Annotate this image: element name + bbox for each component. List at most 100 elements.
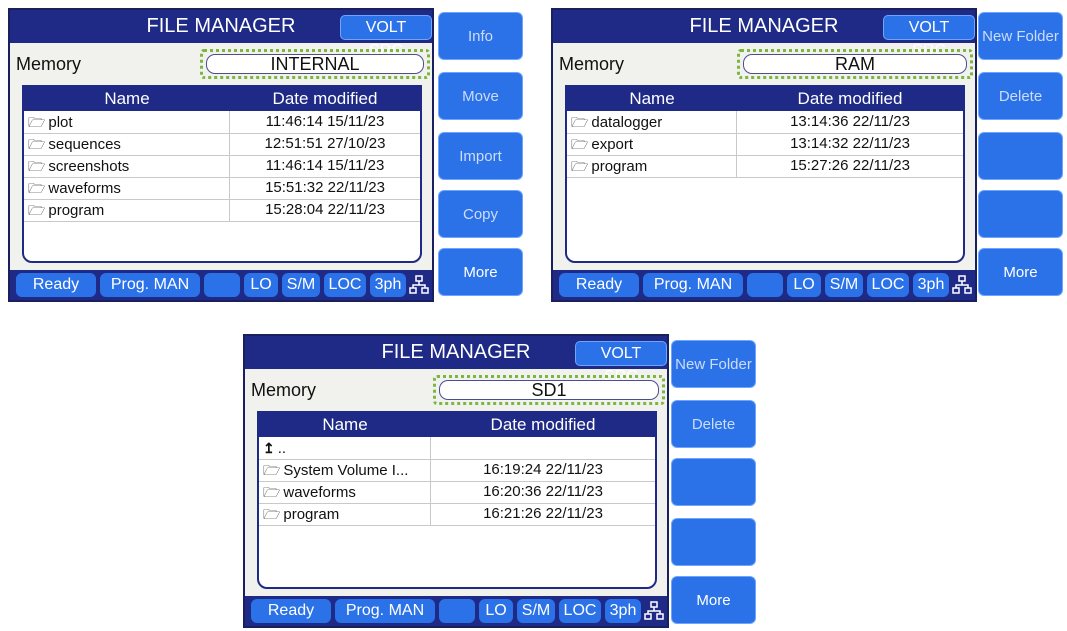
folder-icon: 🗁 (263, 506, 281, 522)
file-table: Name Date modified 🗁 plot 11:46:14 15/11/2… (22, 85, 422, 263)
table-row[interactable]: 🗁 waveforms 16:20:36 22/11/23 (259, 481, 655, 504)
file-date: 15:28:04 22/11/23 (265, 201, 385, 218)
more-button[interactable]: More (438, 248, 523, 296)
column-name: Name (322, 415, 368, 434)
copy-button[interactable]: Copy (438, 190, 523, 238)
file-date: 16:21:26 22/11/23 (483, 505, 603, 522)
status-loc: LOC (324, 273, 366, 297)
softkey-blank-4[interactable] (978, 190, 1063, 238)
softkey-blank-3[interactable] (978, 132, 1063, 180)
status-sm: S/M (282, 273, 320, 297)
mode-badge: VOLT SRC (340, 15, 432, 59)
status-loc: LOC (559, 599, 601, 623)
memory-value: SD1 (439, 380, 659, 400)
memory-selector[interactable]: INTERNAL (200, 49, 430, 79)
file-date: 16:19:24 22/11/23 (483, 461, 603, 478)
folder-icon: 🗁 (28, 180, 46, 196)
file-date: 13:14:36 22/11/23 (790, 113, 910, 130)
file-name: export (591, 136, 634, 153)
folder-icon: 🗁 (571, 158, 589, 174)
column-name: Name (104, 89, 150, 108)
column-date: Date modified (797, 89, 903, 108)
status-empty (439, 599, 475, 623)
status-ready: Ready (251, 599, 331, 623)
status-3ph: 3ph (913, 273, 949, 297)
file-name: datalogger (591, 114, 663, 131)
status-lo: LO (787, 273, 821, 297)
softkey-blank-4[interactable] (671, 518, 756, 566)
mode-badge: VOLT SRC (575, 341, 667, 385)
parent-up-icon: ↥ (263, 440, 275, 456)
status-prog: Prog. MAN (643, 273, 743, 297)
folder-icon: 🗁 (263, 484, 281, 500)
status-bar: Ready Prog. MAN LO S/M LOC 3ph (553, 270, 975, 300)
file-date: 12:51:51 27/10/23 (264, 135, 386, 152)
folder-icon: 🗁 (28, 202, 46, 218)
more-button[interactable]: More (671, 576, 756, 624)
table-row[interactable]: ↥.. (259, 437, 655, 460)
table-row[interactable]: 🗁 program 16:21:26 22/11/23 (259, 503, 655, 526)
folder-icon: 🗁 (571, 114, 589, 130)
file-name: waveforms (48, 180, 121, 197)
table-row[interactable]: 🗁 waveforms 15:51:32 22/11/23 (24, 177, 420, 200)
memory-value: RAM (743, 54, 967, 74)
table-row[interactable]: 🗁 screenshots 11:46:14 15/11/23 (24, 155, 420, 178)
folder-icon: 🗁 (28, 158, 46, 174)
file-name: waveforms (283, 484, 356, 501)
new-folder-button[interactable]: New Folder (978, 12, 1063, 60)
table-row[interactable]: 🗁 sequences 12:51:51 27/10/23 (24, 133, 420, 156)
table-header: Name Date modified (24, 87, 420, 111)
column-date: Date modified (272, 89, 378, 108)
table-header: Name Date modified (567, 87, 963, 111)
status-sm: S/M (825, 273, 863, 297)
more-button[interactable]: More (978, 248, 1063, 296)
softkey-blank-3[interactable] (671, 458, 756, 506)
column-name: Name (629, 89, 675, 108)
status-3ph: 3ph (605, 599, 641, 623)
memory-selector[interactable]: SD1 (433, 375, 665, 405)
folder-icon: 🗁 (263, 462, 281, 478)
info-button[interactable]: Info (438, 12, 523, 60)
table-row[interactable]: 🗁 program 15:27:26 22/11/23 (567, 155, 963, 178)
import-button[interactable]: Import (438, 132, 523, 180)
status-empty (204, 273, 240, 297)
mode-badge: VOLT SRC (883, 15, 975, 59)
memory-selector[interactable]: RAM (737, 49, 973, 79)
file-date: 15:27:26 22/11/23 (790, 157, 910, 174)
folder-icon: 🗁 (28, 136, 46, 152)
file-name: System Volume I... (283, 462, 409, 479)
status-bar: Ready Prog. MAN LO S/M LOC 3ph (245, 596, 667, 626)
file-table: Name Date modified ↥.. 🗁 System Volume I.… (257, 411, 657, 589)
column-date: Date modified (490, 415, 596, 434)
status-empty (747, 273, 783, 297)
status-ready: Ready (16, 273, 96, 297)
table-row[interactable]: 🗁 System Volume I... 16:19:24 22/11/23 (259, 459, 655, 482)
table-header: Name Date modified (259, 413, 655, 437)
status-lo: LO (244, 273, 278, 297)
table-row[interactable]: 🗁 datalogger 13:14:36 22/11/23 (567, 111, 963, 134)
table-row[interactable]: 🗁 export 13:14:32 22/11/23 (567, 133, 963, 156)
status-bar: Ready Prog. MAN LO S/M LOC 3ph (10, 270, 432, 300)
file-date: 11:46:14 15/11/23 (265, 157, 385, 174)
memory-label: Memory (251, 380, 317, 400)
table-row[interactable]: 🗁 program 15:28:04 22/11/23 (24, 199, 420, 222)
new-folder-button[interactable]: New Folder (671, 340, 756, 388)
status-loc: LOC (867, 273, 909, 297)
file-name: screenshots (48, 158, 130, 175)
file-date: 16:20:36 22/11/23 (483, 483, 603, 500)
status-sm: S/M (517, 599, 555, 623)
file-name: program (283, 506, 340, 523)
table-row[interactable]: 🗁 plot 11:46:14 15/11/23 (24, 111, 420, 134)
delete-button[interactable]: Delete (671, 400, 756, 448)
screen-sd1: FILE MANAGER VOLT SRC Memory SD1 Name Da… (243, 334, 669, 628)
status-prog: Prog. MAN (335, 599, 435, 623)
folder-icon: 🗁 (28, 114, 46, 130)
file-date: 11:46:14 15/11/23 (265, 113, 385, 130)
network-icon (952, 275, 972, 294)
move-button[interactable]: Move (438, 72, 523, 120)
file-name: plot (48, 114, 73, 131)
file-date: 13:14:32 22/11/23 (790, 135, 910, 152)
file-name: program (591, 158, 648, 175)
delete-button[interactable]: Delete (978, 72, 1063, 120)
header-bar: FILE MANAGER VOLT SRC (10, 10, 432, 59)
